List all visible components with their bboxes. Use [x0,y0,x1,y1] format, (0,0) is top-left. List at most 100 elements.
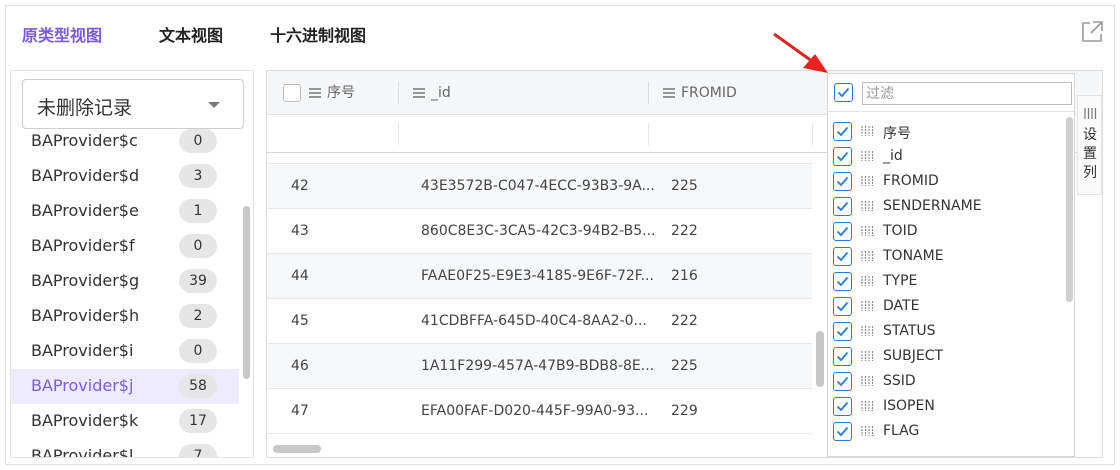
checkmark-icon [836,326,849,337]
column-header-label: 序号 [327,85,355,101]
record-filter-select[interactable]: 未删除记录 [22,79,244,129]
cell-fromid: 222 [671,313,698,329]
checkmark-icon [836,201,849,212]
external-link-icon[interactable] [1080,20,1104,44]
column-option[interactable]: _id [828,144,1062,169]
table-row[interactable]: 41 0F9BC448-B0DF-4F4A-8CE5-E2... 222 [267,154,812,164]
column-option[interactable]: TONAME [828,244,1062,269]
grip-icon[interactable] [861,401,875,411]
cell-fromid: 216 [671,268,698,284]
column-divider[interactable] [398,82,399,104]
column-option[interactable]: SUBJECT [828,344,1062,369]
column-checkbox[interactable] [833,422,852,441]
grip-icon[interactable] [861,176,875,186]
table-row[interactable]: 45 41CDBFFA-645D-40C4-8AA2-0... 222 [267,299,812,344]
table-row[interactable]: 47 EFA00FAF-D020-445F-99A0-93... 229 [267,389,812,434]
grip-icon[interactable] [861,201,875,211]
column-option[interactable]: TOID [828,219,1062,244]
grip-icon[interactable] [861,226,875,236]
column-option[interactable]: STATUS [828,319,1062,344]
filter-cell-seq[interactable] [267,123,399,145]
column-checkbox[interactable] [833,372,852,391]
provider-item[interactable]: BAProvider$e 1 [11,194,239,229]
table-row[interactable]: 42 43E3572B-C047-4ECC-93B3-9A... 225 [267,164,812,209]
grip-icon[interactable] [861,126,875,136]
column-option[interactable]: FLAG [828,419,1062,444]
column-option-label: SENDERNAME [883,198,982,214]
column-option[interactable]: TYPE [828,269,1062,294]
column-option[interactable]: SENDERNAME [828,194,1062,219]
column-checkbox[interactable] [833,347,852,366]
column-header-seq[interactable]: 序号 [309,71,399,115]
table-row[interactable]: 44 FAAE0F25-E9E3-4185-9E6F-72F... 216 [267,254,812,299]
cell-seq: 41 [291,154,309,164]
tab-text-view[interactable]: 文本视图 [159,22,223,46]
table-row[interactable]: 46 1A11F299-457A-47B9-BDB8-8E... 225 [267,344,812,389]
column-checkbox[interactable] [833,172,852,191]
provider-list-scrollbar[interactable] [243,206,250,379]
column-checkbox[interactable] [833,297,852,316]
column-option-label: DATE [883,298,920,314]
column-divider[interactable] [648,82,649,104]
column-checkbox[interactable] [833,147,852,166]
filter-cell-id[interactable] [399,123,649,145]
column-option[interactable]: ISOPEN [828,394,1062,419]
provider-name: BAProvider$j [31,376,134,395]
grip-icon[interactable] [861,276,875,286]
column-checkbox[interactable] [833,122,852,141]
grip-icon[interactable] [861,376,875,386]
provider-item[interactable]: BAProvider$h 2 [11,299,239,334]
select-all-checkbox[interactable] [283,84,301,102]
grip-icon[interactable] [861,326,875,336]
checkmark-icon [836,426,849,437]
column-option[interactable]: FROMID [828,169,1062,194]
table-row[interactable]: 43 860C8E3C-3CA5-42C3-94B2-B5... 222 [267,209,812,254]
checkmark-icon [836,176,849,187]
grip-icon[interactable] [861,251,875,261]
provider-item[interactable]: BAProvider$i 0 [11,334,239,369]
column-option-label: TONAME [883,248,944,264]
grip-icon[interactable] [861,426,875,436]
provider-item[interactable]: BAProvider$g 39 [11,264,239,299]
column-settings-panel: 序号 _id FROMID SENDERNAME TOID TONAME TYPE DATE S… [827,73,1075,457]
table-horizontal-scrollbar[interactable] [273,445,321,453]
tab-raw-type-view[interactable]: 原类型视图 [22,22,102,46]
provider-item[interactable]: BAProvider$j 58 [11,369,239,404]
cell-seq: 47 [291,403,309,419]
grip-icon[interactable] [861,351,875,361]
column-checkbox[interactable] [833,322,852,341]
grip-icon[interactable] [861,151,875,161]
column-option-label: _id [883,148,903,164]
column-checkbox[interactable] [833,397,852,416]
column-checkbox[interactable] [833,222,852,241]
column-header-id[interactable]: _id [413,71,643,115]
column-header-fromid[interactable]: FROMID [663,71,813,115]
column-option[interactable]: 序号 [828,119,1062,144]
cell-fromid: 222 [671,154,698,164]
column-list-scrollbar[interactable] [1066,117,1073,302]
record-count-badge: 3 [179,164,217,188]
column-header-label: _id [431,85,451,101]
column-filter-input[interactable] [862,82,1072,105]
record-count-badge: 0 [179,234,217,258]
provider-item[interactable]: BAProvider$c 0 [11,124,239,159]
column-checkbox[interactable] [833,247,852,266]
record-count-badge: 2 [179,304,217,328]
column-checkbox[interactable] [833,197,852,216]
column-option-label: FLAG [883,423,920,439]
tab-hex-view[interactable]: 十六进制视图 [270,22,366,46]
select-all-columns-checkbox[interactable] [834,83,853,102]
column-option-label: SSID [883,373,916,389]
provider-item[interactable]: BAProvider$l 7 [11,439,239,457]
provider-item[interactable]: BAProvider$k 17 [11,404,239,439]
red-arrow-icon [773,32,828,73]
table-vertical-scrollbar[interactable] [816,331,824,387]
provider-item[interactable]: BAProvider$f 0 [11,229,239,264]
column-settings-tab[interactable]: 设置列 [1077,95,1102,195]
provider-item[interactable]: BAProvider$d 3 [11,159,239,194]
column-option[interactable]: DATE [828,294,1062,319]
filter-cell-fromid[interactable] [649,123,813,145]
grip-icon[interactable] [861,301,875,311]
column-checkbox[interactable] [833,272,852,291]
column-option[interactable]: SSID [828,369,1062,394]
